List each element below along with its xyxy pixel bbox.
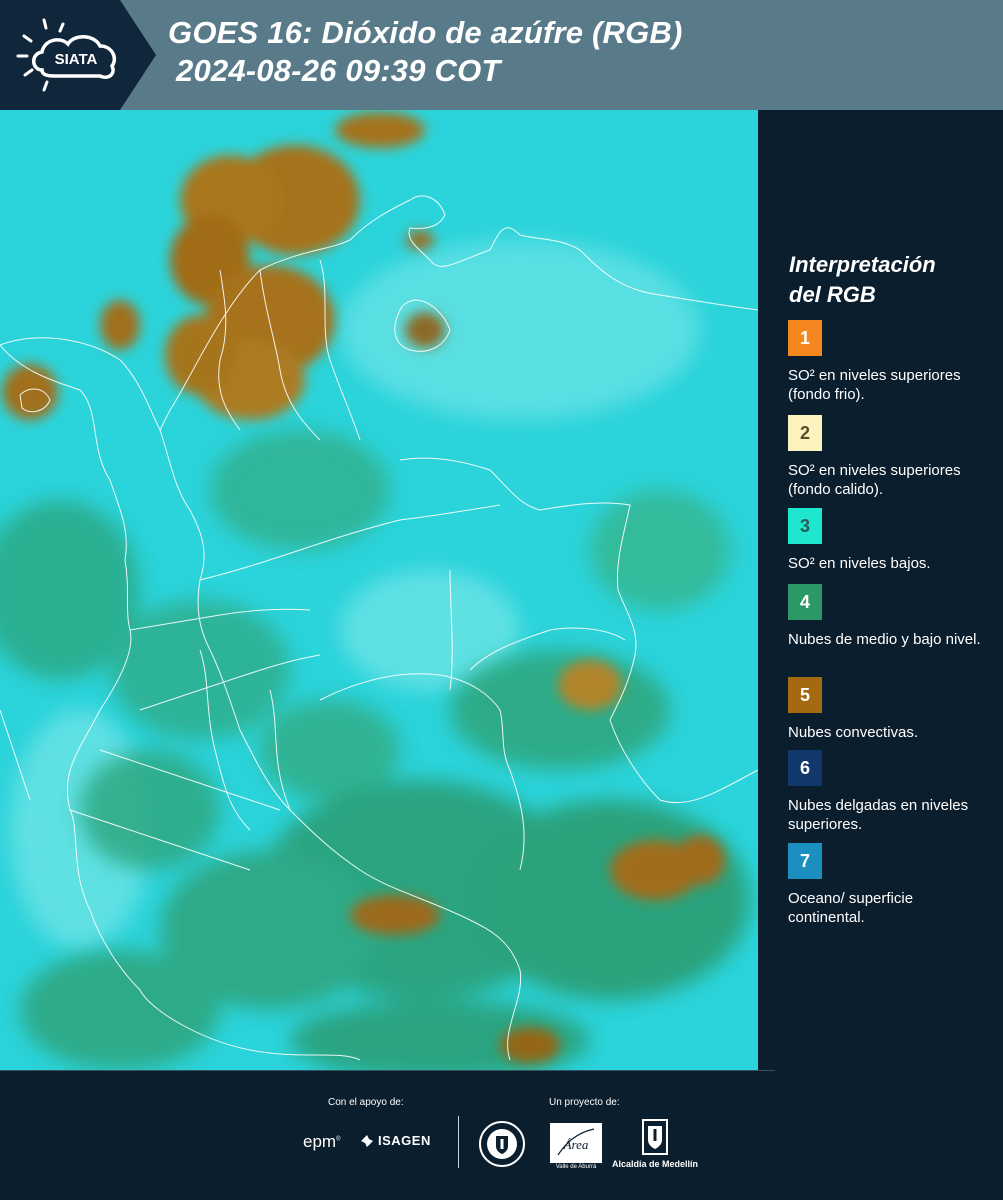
legend-title: Interpretación del RGB xyxy=(789,250,989,310)
area-metropolitana-label: METROPOLITANA Valle de Aburrá xyxy=(550,1158,602,1170)
legend-item: 7 Oceano/ superficie continental. xyxy=(788,843,988,927)
legend-swatch: 7 xyxy=(788,843,822,879)
legend-swatch: 3 xyxy=(788,508,822,544)
legend-item-text: Oceano/ superficie continental. xyxy=(788,890,914,926)
legend-swatch: 5 xyxy=(788,677,822,713)
title-line-1: GOES 16: Dióxido de azúfre (RGB) xyxy=(168,15,683,50)
legend-item-text: Nubes delgadas en niveles superiores. xyxy=(788,797,969,833)
legend-item: 3 SO² en niveles bajos. xyxy=(788,508,988,573)
legend-item-text: Nubes convectivas. xyxy=(788,724,919,741)
legend-item: 1 SO² en niveles superiores (fondo frio)… xyxy=(788,320,988,404)
support-label: Con el apoyo de: xyxy=(328,1097,404,1108)
page-title: GOES 16: Dióxido de azúfre (RGB) 2024-08… xyxy=(168,14,683,90)
footer-logo-divider xyxy=(458,1116,459,1168)
legend-item-text: SO² en niveles superiores (fondo calido)… xyxy=(788,462,961,498)
legend-item: 2 SO² en niveles superiores (fondo calid… xyxy=(788,415,988,499)
legend-title-line-1: Interpretación xyxy=(789,252,936,277)
footer: Con el apoyo de: Un proyecto de: epm® IS… xyxy=(0,1070,1003,1200)
title-line-2: 2024-08-26 09:39 COT xyxy=(176,53,501,88)
legend-panel: Interpretación del RGB 1 SO² en niveles … xyxy=(758,110,1003,1070)
satellite-map[interactable] xyxy=(0,110,759,1070)
isagen-icon xyxy=(361,1134,373,1147)
project-label: Un proyecto de: xyxy=(549,1097,620,1108)
siata-logo-text: SIATA xyxy=(55,51,98,68)
siata-logo: SIATA xyxy=(16,18,117,92)
isagen-logo-text: ISAGEN xyxy=(378,1133,431,1148)
epm-logo: epm® xyxy=(303,1132,341,1151)
legend-title-line-2: del RGB xyxy=(789,282,876,307)
alcaldia-label: Alcaldía de Medellín xyxy=(612,1159,699,1169)
isagen-logo: ISAGEN xyxy=(360,1133,431,1148)
legend-swatch: 1 xyxy=(788,320,822,356)
map-canvas xyxy=(0,110,758,1070)
footer-divider-line xyxy=(0,1070,775,1071)
legend-item: 5 Nubes convectivas. xyxy=(788,677,988,742)
medellin-seal-icon xyxy=(479,1121,525,1167)
header: SIATA GOES 16: Dióxido de azúfre (RGB) 2… xyxy=(0,0,1003,110)
legend-swatch: 6 xyxy=(788,750,822,786)
legend-item-text: Nubes de medio y bajo nivel. xyxy=(788,631,981,648)
legend-item: 6 Nubes delgadas en niveles superiores. xyxy=(788,750,988,834)
alcaldia-shield-icon xyxy=(642,1119,668,1155)
legend-item-text: SO² en niveles superiores (fondo frio). xyxy=(788,367,961,403)
area-logo-text: Área xyxy=(563,1137,589,1152)
legend-item-text: SO² en niveles bajos. xyxy=(788,555,931,572)
epm-logo-text: epm xyxy=(303,1132,337,1151)
legend-item: 4 Nubes de medio y bajo nivel. xyxy=(788,584,988,649)
legend-swatch: 2 xyxy=(788,415,822,451)
legend-swatch: 4 xyxy=(788,584,822,620)
